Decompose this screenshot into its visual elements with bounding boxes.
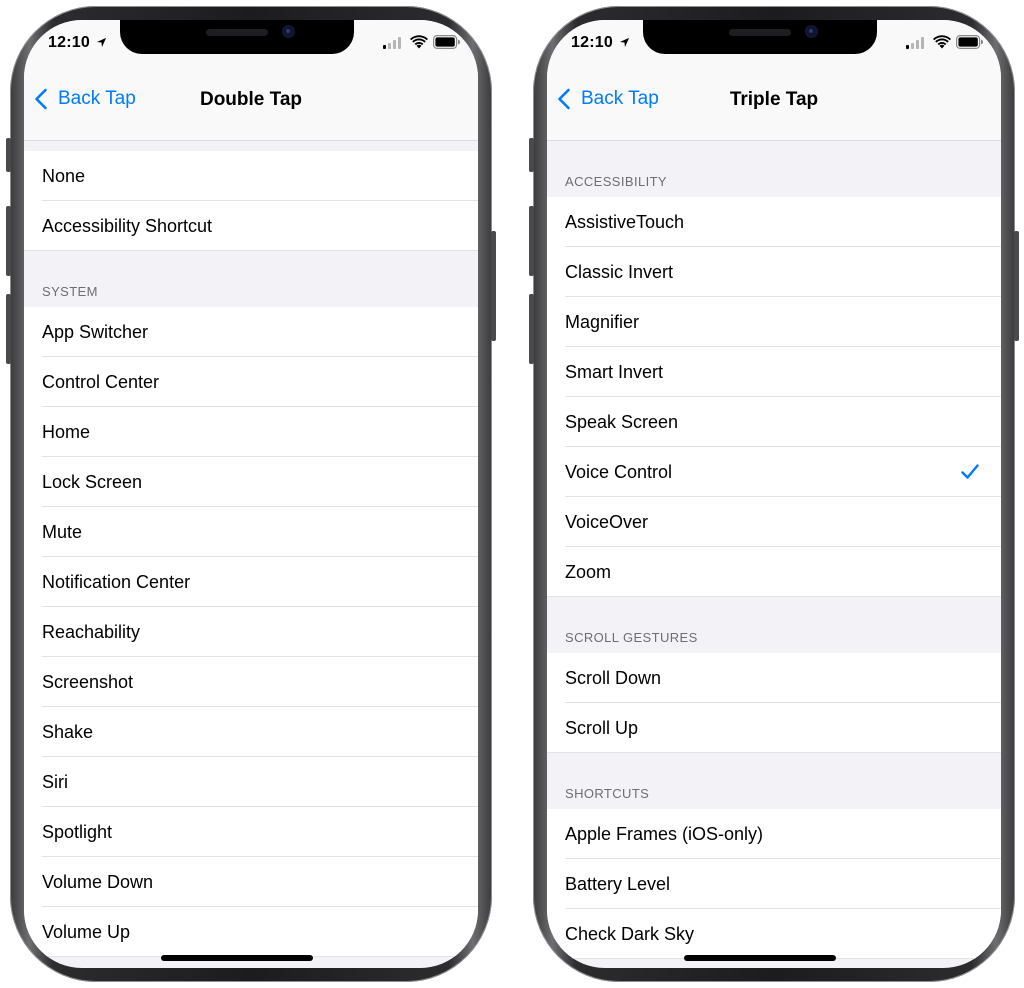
battery-icon	[956, 35, 983, 49]
list-item-apple-frames[interactable]: Apple Frames (iOS-only)	[547, 809, 1001, 859]
ring-silent-switch	[529, 138, 534, 172]
side-button	[1014, 231, 1019, 341]
list-item-shake[interactable]: Shake	[24, 707, 478, 757]
list-item-notification-center[interactable]: Notification Center	[24, 557, 478, 607]
cellular-signal-icon	[906, 37, 924, 49]
list-item-siri[interactable]: Siri	[24, 757, 478, 807]
list-item-volume-up[interactable]: Volume Up	[24, 907, 478, 957]
speaker-grille	[206, 29, 268, 36]
list-item-reachability[interactable]: Reachability	[24, 607, 478, 657]
section-header-scroll-gestures: SCROLL GESTURES	[547, 597, 1001, 653]
list-item-lock-screen[interactable]: Lock Screen	[24, 457, 478, 507]
home-indicator[interactable]	[684, 955, 836, 961]
list-item-smart-invert[interactable]: Smart Invert	[547, 347, 1001, 397]
list-item-scroll-up[interactable]: Scroll Up	[547, 703, 1001, 753]
wifi-icon	[933, 35, 951, 49]
section-header-shortcuts: SHORTCUTS	[547, 753, 1001, 809]
list-item-voice-control[interactable]: Voice Control	[547, 447, 1001, 497]
speaker-grille	[729, 29, 791, 36]
checkmark-icon	[961, 464, 979, 479]
location-arrow-icon	[619, 37, 630, 48]
volume-down-button	[6, 294, 11, 364]
list-item-classic-invert[interactable]: Classic Invert	[547, 247, 1001, 297]
phone-left: 12:10 Back Tap Double Tap None Accessibi…	[6, 6, 496, 982]
page-title: Double Tap	[199, 89, 303, 110]
list-item-zoom[interactable]: Zoom	[547, 547, 1001, 597]
home-indicator[interactable]	[161, 955, 313, 961]
list-item-check-dark-sky[interactable]: Check Dark Sky	[547, 909, 1001, 959]
settings-list: None Accessibility Shortcut SYSTEM App S…	[24, 141, 478, 957]
list-item-assistivetouch[interactable]: AssistiveTouch	[547, 197, 1001, 247]
group-spacer	[24, 141, 478, 151]
notch	[643, 20, 877, 54]
settings-list: ACCESSIBILITY AssistiveTouch Classic Inv…	[547, 141, 1001, 959]
front-camera	[282, 25, 295, 38]
screen-triple-tap: 12:10 Back Tap Triple Tap ACCESSIBILITY …	[547, 20, 1001, 968]
list-item-screenshot[interactable]: Screenshot	[24, 657, 478, 707]
section-header-system: SYSTEM	[24, 251, 478, 307]
list-item-speak-screen[interactable]: Speak Screen	[547, 397, 1001, 447]
list-item-app-switcher[interactable]: App Switcher	[24, 307, 478, 357]
notch	[120, 20, 354, 54]
location-arrow-icon	[96, 37, 107, 48]
volume-down-button	[529, 294, 534, 364]
battery-icon	[433, 35, 460, 49]
list-item-control-center[interactable]: Control Center	[24, 357, 478, 407]
list-item-scroll-down[interactable]: Scroll Down	[547, 653, 1001, 703]
page-title: Triple Tap	[729, 89, 819, 110]
front-camera	[805, 25, 818, 38]
ring-silent-switch	[6, 138, 11, 172]
list-item-spotlight[interactable]: Spotlight	[24, 807, 478, 857]
navigation-bar: Back Tap Triple Tap	[547, 64, 1001, 141]
list-item-voiceover[interactable]: VoiceOver	[547, 497, 1001, 547]
list-item-battery-level[interactable]: Battery Level	[547, 859, 1001, 909]
section-header-accessibility: ACCESSIBILITY	[547, 141, 1001, 197]
status-time: 12:10	[48, 34, 90, 51]
volume-up-button	[6, 206, 11, 276]
list-item-accessibility-shortcut[interactable]: Accessibility Shortcut	[24, 201, 478, 251]
status-time: 12:10	[571, 34, 613, 51]
list-item-none[interactable]: None	[24, 151, 478, 201]
list-item-home[interactable]: Home	[24, 407, 478, 457]
volume-up-button	[529, 206, 534, 276]
list-item-magnifier[interactable]: Magnifier	[547, 297, 1001, 347]
list-item-volume-down[interactable]: Volume Down	[24, 857, 478, 907]
screen-double-tap: 12:10 Back Tap Double Tap None Accessibi…	[24, 20, 478, 968]
wifi-icon	[410, 35, 428, 49]
cellular-signal-icon	[383, 37, 401, 49]
side-button	[491, 231, 496, 341]
phone-right: 12:10 Back Tap Triple Tap ACCESSIBILITY …	[529, 6, 1019, 982]
list-item-mute[interactable]: Mute	[24, 507, 478, 557]
navigation-bar: Back Tap Double Tap	[24, 64, 478, 141]
